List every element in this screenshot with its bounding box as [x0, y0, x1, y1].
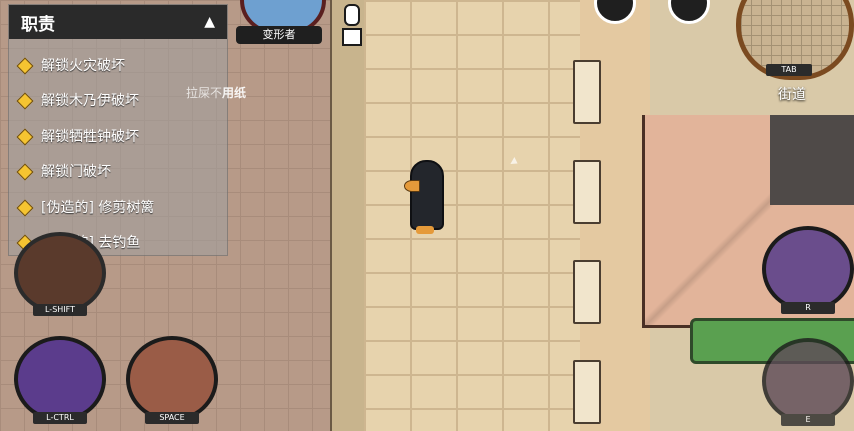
task-label: 解锁牺牲钟破坏 [41, 128, 139, 145]
task-panel: 职责 ▲ 解锁火灾破坏 解锁木乃伊破坏 解锁牺牲钟破坏 解锁门破坏 [伪造的] … [8, 4, 228, 256]
minimap[interactable]: TAB [734, 0, 854, 80]
skill-key-label: R [781, 302, 835, 314]
triangle-up-icon[interactable]: ▲ [204, 14, 215, 30]
task-label: 解锁木乃伊破坏 [41, 93, 139, 110]
skill-shift-button[interactable]: L-SHIFT [14, 232, 106, 316]
skill-key-label: L-SHIFT [33, 304, 87, 316]
fence-posts [573, 0, 603, 431]
microphone-icon [344, 4, 360, 26]
wall [330, 0, 368, 431]
brick-road [364, 0, 596, 431]
task-label: 解锁门破坏 [41, 164, 111, 181]
role-badge: 变形者 [236, 0, 326, 46]
microphone-button[interactable] [338, 0, 362, 46]
hint-emphasis: 用纸 [222, 86, 247, 100]
task-panel-title: 职责 [21, 14, 55, 35]
skill-ctrl-button[interactable]: L-CTRL [14, 336, 106, 424]
task-item: 解锁火灾破坏 [9, 47, 227, 83]
skill-r-button[interactable]: R [762, 226, 854, 314]
skill-key-label: L-CTRL [33, 412, 87, 424]
diamond-icon [17, 93, 31, 107]
task-item: 解锁牺牲钟破坏 [9, 118, 227, 154]
minimap-key: TAB [766, 64, 812, 76]
diamond-icon [17, 164, 31, 178]
player-character [404, 160, 444, 236]
task-label: [伪造的] 修剪树篱 [41, 199, 155, 216]
task-label: 解锁火灾破坏 [41, 57, 125, 74]
skill-key-label: E [781, 414, 835, 426]
task-list: 解锁火灾破坏 解锁木乃伊破坏 解锁牺牲钟破坏 解锁门破坏 [伪造的] 修剪树篱 … [9, 47, 227, 260]
garden-area [770, 115, 854, 205]
location-label: 街道 [778, 87, 806, 103]
diamond-icon [17, 129, 31, 143]
skill-space-button[interactable]: SPACE [126, 336, 218, 424]
skill-key-label: SPACE [145, 412, 199, 424]
hint-prefix: 拉屎不 [186, 86, 223, 100]
diamond-icon [17, 200, 31, 214]
skill-e-button[interactable]: E [762, 338, 854, 426]
task-panel-header[interactable]: 职责 ▲ [9, 5, 227, 39]
floor-hint-text: 拉屎不用纸 [186, 84, 246, 101]
task-item: [伪造的] 修剪树篱 [9, 189, 227, 225]
role-label: 变形者 [236, 26, 322, 44]
diamond-icon [17, 58, 31, 72]
task-item: 解锁门破坏 [9, 154, 227, 190]
